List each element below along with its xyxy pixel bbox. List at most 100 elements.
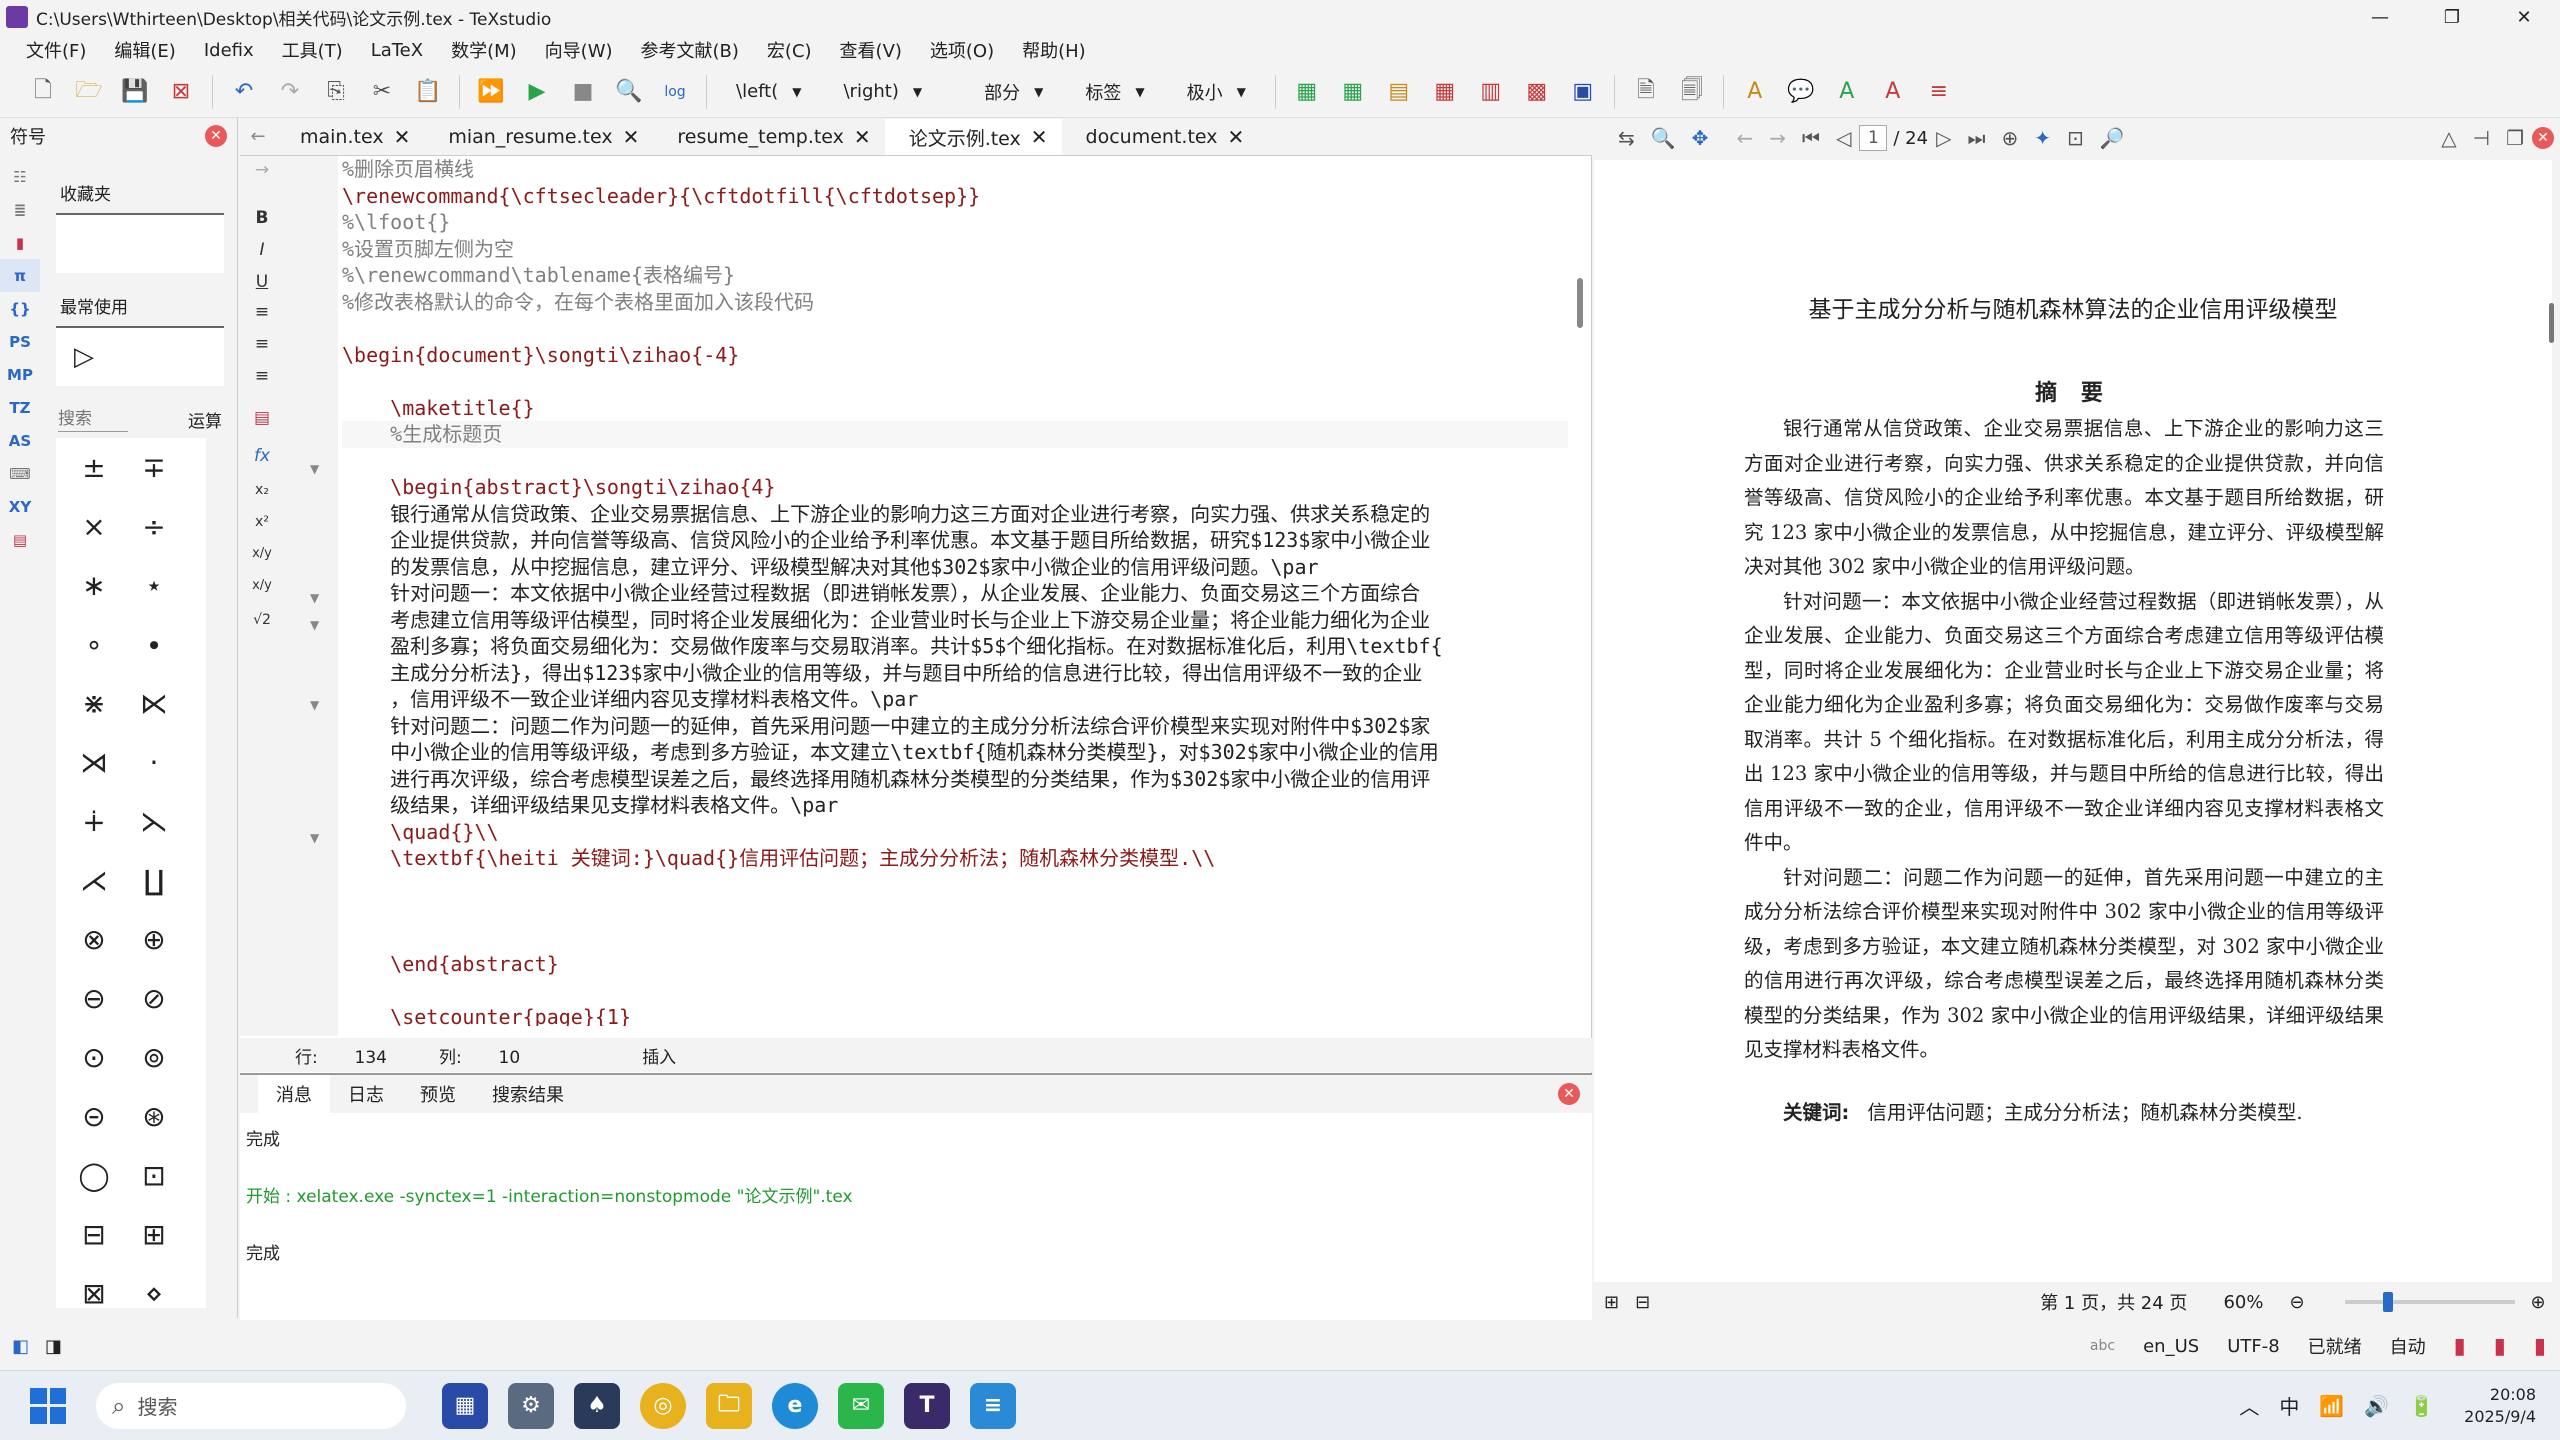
menu-latex[interactable]: LaTeX [357, 40, 437, 61]
zoom-slider-handle[interactable] [2382, 1292, 2393, 1312]
recent-symbol[interactable]: ▷ [74, 342, 94, 372]
forward-icon[interactable]: → [1769, 126, 1786, 150]
sqrt-icon[interactable]: √2 [250, 612, 274, 628]
insert-file-icon[interactable]: 🗎 [1627, 73, 1665, 111]
zoom-level[interactable]: 60% [2223, 1292, 2263, 1313]
close-tab-icon[interactable]: ✕ [623, 125, 640, 149]
table-align-icon[interactable]: ▣ [1564, 73, 1602, 111]
symbol-cell[interactable]: ∘ [64, 615, 124, 674]
menu-tools[interactable]: 工具(T) [268, 37, 357, 63]
first-page-icon[interactable]: ⏮ [1802, 126, 1820, 150]
store-app-icon[interactable]: ▦ [442, 1382, 488, 1429]
save-icon[interactable]: 💾 [116, 73, 154, 111]
compile-icon[interactable]: ▶ [518, 73, 556, 111]
new-file-icon[interactable]: 🗋 [24, 73, 62, 111]
sync-source-icon[interactable]: ⇆ [1618, 126, 1635, 150]
zoom-in-icon[interactable]: ⊕ [2001, 126, 2018, 150]
symbol-cell[interactable]: ∙ [124, 615, 184, 674]
close-tab-icon[interactable]: ✕ [854, 125, 871, 149]
menu-edit[interactable]: 编辑(E) [100, 37, 189, 63]
volume-icon[interactable]: 🔊 [2364, 1394, 2389, 1418]
structure-tab-icon[interactable]: ☷ [0, 160, 40, 193]
symbol-cell[interactable]: ⋋ [124, 792, 184, 851]
symbol-cell[interactable]: ⊟ [64, 1205, 124, 1264]
table-delete-icon[interactable]: ▩ [1518, 73, 1556, 111]
last-page-icon[interactable]: ⏭ [1967, 126, 1985, 150]
insert-image-icon[interactable]: ▤ [250, 408, 274, 428]
menu-idefix[interactable]: Idefix [190, 40, 268, 61]
label-combo[interactable]: 标签 ▼ [1074, 75, 1155, 109]
settings-app-icon[interactable]: ⚙ [508, 1382, 554, 1429]
side-tab-ps[interactable]: PS [0, 325, 40, 358]
minimize-button[interactable]: — [2344, 0, 2416, 34]
symbol-cell[interactable]: ⊙ [64, 1028, 124, 1087]
window-icon[interactable]: ❐ [2506, 126, 2524, 150]
left-delimiter-combo[interactable]: \left(▼ [725, 75, 812, 109]
symbol-cell[interactable]: ⊗ [64, 910, 124, 969]
symbol-cell[interactable]: ⊘ [124, 969, 184, 1028]
symbol-cell[interactable]: ⋆ [124, 556, 184, 615]
side-tab-xy[interactable]: XY [0, 490, 40, 523]
outline-tab-icon[interactable]: ≣ [0, 193, 40, 226]
tab-log[interactable]: 日志 [330, 1081, 402, 1107]
text-list-icon[interactable]: ≡ [1920, 73, 1958, 111]
notepad-app-icon[interactable]: ≡ [970, 1382, 1016, 1429]
superscript-icon[interactable]: x² [250, 514, 274, 530]
encoding-selector[interactable]: UTF-8 [2227, 1336, 2279, 1357]
symbol-cell[interactable]: ⋄ [124, 1264, 184, 1308]
texstudio-taskbar-icon[interactable]: T [904, 1382, 950, 1429]
bookmark-icon[interactable]: ▮ [2494, 1334, 2506, 1359]
battery-icon[interactable]: 🔋 [2409, 1394, 2434, 1418]
underline-icon[interactable]: U [250, 272, 274, 292]
align-center-icon[interactable]: ≡ [250, 334, 274, 354]
table-add-row-icon[interactable]: ▤ [1380, 73, 1418, 111]
symbol-cell[interactable]: ∐ [124, 851, 184, 910]
pdf-page[interactable]: 基于主成分分析与随机森林算法的企业信用评级模型 摘 要 银行通常从信贷政策、企业… [1594, 160, 2552, 1282]
select-tool-icon[interactable]: ✦ [2034, 126, 2051, 150]
speech-bubble-icon[interactable]: 💬 [1782, 73, 1820, 111]
symbols-tab-icon[interactable]: π [0, 259, 40, 292]
symbol-cell[interactable]: ⋉ [124, 674, 184, 733]
symbol-cell[interactable]: ⋅ [124, 733, 184, 792]
next-page-icon[interactable]: ▷ [1936, 126, 1951, 150]
symbol-cell[interactable]: ⋇ [64, 674, 124, 733]
back-icon[interactable]: ← [1736, 126, 1753, 150]
prev-page-icon[interactable]: ◁ [1836, 126, 1851, 150]
zoom-in-icon[interactable]: ⊕ [2531, 1292, 2546, 1313]
symbol-cell[interactable]: ⊕ [124, 910, 184, 969]
align-left-icon[interactable]: ≡ [250, 302, 274, 322]
chevron-up-icon[interactable]: ︿ [2239, 1391, 2259, 1420]
zoom-slider[interactable] [2344, 1292, 2515, 1312]
close-viewer-icon[interactable]: ✕ [2532, 127, 2554, 149]
undo-icon[interactable]: ↶ [225, 73, 263, 111]
symbol-cell[interactable]: ⊖ [64, 969, 124, 1028]
section-combo[interactable]: 部分 ▼ [973, 75, 1054, 109]
menu-view[interactable]: 查看(V) [826, 37, 916, 63]
tab-mian-resume-tex[interactable]: mian_resume.tex ✕ [424, 119, 653, 155]
symbol-cell[interactable]: ⊚ [124, 1028, 184, 1087]
build-and-view-icon[interactable]: ⏩ [472, 73, 510, 111]
dfrac-icon[interactable]: x/y [250, 578, 274, 593]
language-selector[interactable]: en_US [2143, 1336, 2199, 1357]
symbol-cell[interactable]: ⊝ [64, 1087, 124, 1146]
pdf-scrollbar[interactable] [2549, 303, 2554, 343]
menu-help[interactable]: 帮助(H) [1008, 37, 1100, 63]
table-add-column-icon[interactable]: ▦ [1334, 73, 1372, 111]
maximize-button[interactable]: ❐ [2416, 0, 2488, 34]
menu-macros[interactable]: 宏(C) [753, 37, 826, 63]
italic-icon[interactable]: I [250, 240, 274, 260]
close-panel-icon[interactable]: ✕ [205, 125, 227, 147]
auto-status[interactable]: 自动 [2390, 1333, 2426, 1359]
bookmark-tab-icon[interactable]: ▮ [0, 226, 40, 259]
fold-marker-icon[interactable]: ▼ [310, 462, 319, 476]
menu-options[interactable]: 选项(O) [916, 37, 1008, 63]
pan-tool-icon[interactable]: ✥ [1692, 126, 1709, 150]
forward-arrow-icon[interactable]: → [250, 160, 274, 180]
editor-scrollbar[interactable] [1577, 278, 1583, 328]
ime-indicator[interactable]: 中 [2279, 1391, 2299, 1420]
symbol-cell[interactable]: × [64, 497, 124, 556]
side-tab-tz[interactable]: TZ [0, 391, 40, 424]
taskbar-search[interactable]: ⌕ 搜索 [96, 1382, 406, 1429]
font-size-combo[interactable]: 极小 ▼ [1176, 75, 1257, 109]
close-tab-icon[interactable]: ✕ [394, 125, 411, 149]
